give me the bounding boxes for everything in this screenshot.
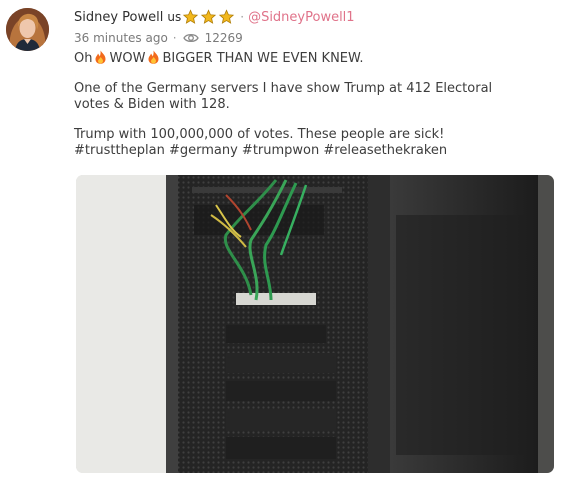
post-line: One of the Germany servers I have show T… (74, 81, 493, 96)
author-name[interactable]: Sidney Powell (74, 10, 163, 25)
post-meta: 36 minutes ago · 12269 (74, 30, 243, 46)
star-icon (201, 9, 217, 24)
post-line: votes & Biden with 128. (74, 97, 230, 112)
separator-dot: · (172, 31, 177, 45)
post-text: Oh (74, 51, 93, 66)
rank-badges (182, 9, 236, 25)
avatar[interactable] (6, 8, 49, 51)
post-text: BIGGER THAN WE EVEN KNEW. (162, 51, 364, 66)
post-line: Trump with 100,000,000 of votes. These p… (74, 127, 445, 142)
eye-icon (182, 33, 199, 43)
server-rack-photo-icon (76, 175, 554, 473)
fire-icon (148, 50, 159, 64)
post-image[interactable] (76, 175, 554, 473)
view-count: 12269 (204, 31, 243, 45)
author-country: us (167, 10, 182, 24)
post-time[interactable]: 36 minutes ago (74, 31, 168, 45)
profile-photo-icon (6, 8, 49, 51)
star-icon (183, 9, 199, 24)
post-line: Oh WOW BIGGER THAN WE EVEN KNEW. (74, 50, 549, 67)
post-body: Oh WOW BIGGER THAN WE EVEN KNEW. One of th… (74, 50, 549, 159)
fire-icon (95, 50, 106, 64)
star-icon (219, 9, 235, 24)
post-card: Sidney Powell us · @SidneyPowell1 36 min… (0, 0, 561, 480)
post-text: WOW (109, 51, 146, 66)
separator-dot: · (240, 10, 245, 24)
post-header: Sidney Powell us · @SidneyPowell1 (74, 8, 355, 26)
hashtags[interactable]: #trusttheplan #germany #trumpwon #releas… (74, 143, 549, 159)
author-handle[interactable]: @SidneyPowell1 (248, 10, 355, 25)
